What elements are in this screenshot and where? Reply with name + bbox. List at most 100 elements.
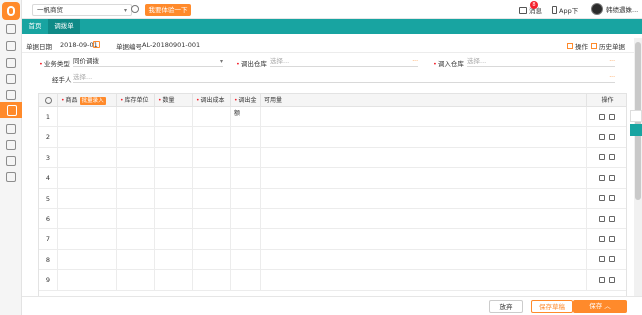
home-icon[interactable] xyxy=(6,24,16,34)
cell-divider xyxy=(154,209,155,229)
company-select[interactable]: 一帆商贸 ▾ xyxy=(32,4,132,16)
column-settings[interactable] xyxy=(39,94,58,107)
try-experience-button[interactable]: 我要体验一下 xyxy=(145,4,191,16)
copy-icon[interactable] xyxy=(609,236,615,243)
inventory-icon[interactable] xyxy=(0,102,22,118)
in-warehouse-label: •调入仓库 xyxy=(433,60,464,68)
data-icon[interactable] xyxy=(6,140,16,150)
more-icon[interactable]: ··· xyxy=(609,57,615,66)
cell-divider xyxy=(192,270,193,290)
left-sidebar xyxy=(0,0,22,315)
save-draft-button[interactable]: 保存草稿 xyxy=(531,300,573,313)
copy-icon[interactable] xyxy=(609,113,615,120)
cell-divider xyxy=(230,127,231,147)
table-row[interactable]: 1 xyxy=(39,107,626,128)
feedback-icon[interactable] xyxy=(630,110,642,122)
row-actions xyxy=(587,189,626,208)
app-logo[interactable] xyxy=(2,2,20,20)
trash-icon[interactable] xyxy=(599,134,605,141)
copy-icon[interactable] xyxy=(609,154,615,161)
trash-icon[interactable] xyxy=(599,276,605,283)
row-actions xyxy=(587,148,626,167)
cell-divider xyxy=(192,229,193,249)
copy-icon[interactable] xyxy=(609,256,615,263)
cell-divider xyxy=(230,209,231,229)
page-scrollbar[interactable] xyxy=(634,38,642,296)
copy-icon[interactable] xyxy=(609,195,615,202)
out-warehouse-field[interactable]: 选择... ··· xyxy=(270,57,418,67)
report-icon[interactable] xyxy=(6,124,16,134)
row-actions xyxy=(587,107,626,126)
more-icon[interactable]: ··· xyxy=(412,57,418,66)
in-warehouse-placeholder: 选择... xyxy=(467,57,487,65)
table-row[interactable]: 9 xyxy=(39,270,626,291)
table-row[interactable]: 5 xyxy=(39,188,626,209)
copy-icon[interactable] xyxy=(609,276,615,283)
settings-icon[interactable] xyxy=(6,156,16,166)
cell-divider xyxy=(260,249,261,270)
trash-icon[interactable] xyxy=(599,174,605,181)
table-row[interactable]: 8 xyxy=(39,249,626,271)
table-row[interactable]: 4 xyxy=(39,168,626,189)
table-row[interactable]: 3 xyxy=(39,147,626,169)
user-menu[interactable]: 韩绩遇姝... xyxy=(591,3,638,15)
copy-icon[interactable] xyxy=(609,174,615,181)
tab-home[interactable]: 首页 xyxy=(22,19,48,34)
copy-icon[interactable] xyxy=(609,215,615,222)
trash-icon[interactable] xyxy=(599,215,605,222)
cell-divider xyxy=(116,107,117,127)
app-center-icon[interactable] xyxy=(6,172,16,182)
cell-divider xyxy=(260,270,261,290)
cell-divider xyxy=(260,168,261,188)
app-root: 一帆商贸 ▾ 我要体验一下 消息 8 App下 韩绩遇姝... 首页 调拨单 单… xyxy=(0,0,642,315)
cancel-button[interactable]: 放弃 xyxy=(489,300,523,313)
more-icon[interactable]: ··· xyxy=(609,73,615,82)
col-product: •商品 批量录入 xyxy=(58,94,117,107)
table-row[interactable]: 7 xyxy=(39,229,626,250)
trash-icon[interactable] xyxy=(599,113,605,120)
handler-field[interactable]: 选择... ··· xyxy=(73,73,615,83)
table-row[interactable]: 2 xyxy=(39,127,626,148)
config-icon[interactable] xyxy=(131,5,139,13)
trash-icon[interactable] xyxy=(599,195,605,202)
finance-icon[interactable] xyxy=(6,90,16,100)
avatar xyxy=(591,3,603,15)
col-amount: •调出金额 xyxy=(231,94,261,117)
cell-divider xyxy=(154,168,155,188)
cell-divider xyxy=(260,107,261,127)
table-row[interactable]: 6 xyxy=(39,209,626,230)
stock-icon[interactable] xyxy=(6,74,16,84)
row-number: 4 xyxy=(39,168,58,188)
cell-divider xyxy=(116,127,117,147)
biz-type-select[interactable]: 同价调拨 ▾ xyxy=(73,57,223,67)
user-name: 韩绩遇姝... xyxy=(606,6,639,14)
operation-link[interactable]: 操作 xyxy=(567,41,588,51)
purchase-icon[interactable] xyxy=(6,41,16,51)
col-available: 可用量 xyxy=(261,94,587,107)
batch-entry-button[interactable]: 批量录入 xyxy=(79,97,106,105)
calendar-icon[interactable] xyxy=(93,41,100,48)
out-warehouse-placeholder: 选择... xyxy=(270,57,290,65)
operation-label: 操作 xyxy=(575,43,588,51)
footer-bar: 放弃 保存草稿 保存 ︿ xyxy=(22,296,642,315)
history-link[interactable]: 历史单据 xyxy=(591,41,625,51)
out-warehouse-label: •调出仓库 xyxy=(236,60,267,68)
doc-no-label: 单据编号 xyxy=(116,43,142,51)
history-label: 历史单据 xyxy=(599,43,625,51)
cell-divider xyxy=(154,249,155,270)
cell-divider xyxy=(230,249,231,270)
app-download-link[interactable]: App下 xyxy=(552,5,578,15)
sales-icon[interactable] xyxy=(6,58,16,68)
cell-divider xyxy=(116,168,117,188)
trash-icon[interactable] xyxy=(599,236,605,243)
in-warehouse-field[interactable]: 选择... ··· xyxy=(467,57,615,67)
messages-link[interactable]: 消息 8 xyxy=(519,1,542,15)
trash-icon[interactable] xyxy=(599,256,605,263)
expand-icon[interactable] xyxy=(630,124,642,136)
col-qty: •数量 xyxy=(155,94,193,107)
save-button[interactable]: 保存 ︿ xyxy=(573,300,627,313)
copy-icon[interactable] xyxy=(609,134,615,141)
trash-icon[interactable] xyxy=(599,154,605,161)
cell-divider xyxy=(260,229,261,249)
tab-transfer[interactable]: 调拨单 xyxy=(48,19,80,34)
